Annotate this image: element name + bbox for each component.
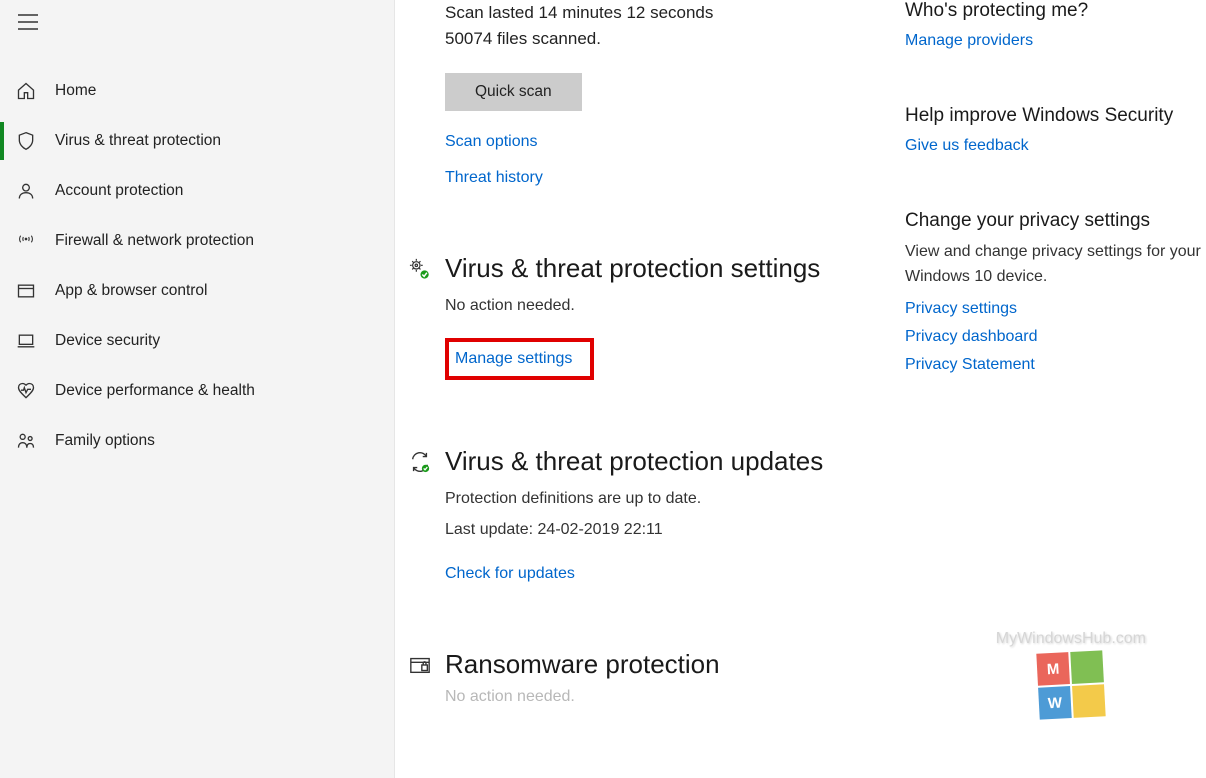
sidebar-item-account[interactable]: Account protection [0, 166, 394, 216]
ransomware-section: Ransomware protection No action needed. [445, 648, 885, 707]
scan-summary: Scan lasted 14 minutes 12 seconds 50074 … [445, 0, 885, 187]
sidebar-item-app-browser[interactable]: App & browser control [0, 266, 394, 316]
sidebar-item-label: Device performance & health [55, 382, 255, 400]
ransomware-desc: No action needed. [445, 688, 885, 706]
family-icon [15, 430, 37, 452]
sidebar-item-performance[interactable]: Device performance & health [0, 366, 394, 416]
home-icon [15, 80, 37, 102]
highlight-annotation: Manage settings [445, 338, 594, 380]
aside-column: Who's protecting me? Manage providers He… [905, 0, 1205, 778]
threat-history-link[interactable]: Threat history [445, 169, 543, 187]
sidebar-item-home[interactable]: Home [0, 66, 394, 116]
sidebar-item-label: Account protection [55, 182, 183, 200]
vt-updates-desc2: Last update: 24-02-2019 22:11 [445, 517, 885, 543]
improve-block: Help improve Windows Security Give us fe… [905, 105, 1205, 155]
sidebar-item-family[interactable]: Family options [0, 416, 394, 466]
heart-pulse-icon [15, 380, 37, 402]
feedback-link[interactable]: Give us feedback [905, 137, 1029, 155]
refresh-check-icon [409, 451, 433, 475]
main-content: Scan lasted 14 minutes 12 seconds 50074 … [395, 0, 1206, 778]
privacy-dashboard-link[interactable]: Privacy dashboard [905, 328, 1038, 346]
sidebar-item-label: Device security [55, 332, 160, 350]
privacy-statement-link[interactable]: Privacy Statement [905, 356, 1035, 374]
scan-options-link[interactable]: Scan options [445, 133, 538, 151]
hamburger-menu-button[interactable] [0, 0, 394, 44]
sidebar-item-device-security[interactable]: Device security [0, 316, 394, 366]
manage-settings-link[interactable]: Manage settings [455, 350, 572, 368]
privacy-title: Change your privacy settings [905, 210, 1205, 232]
shield-icon [15, 130, 37, 152]
person-icon [15, 180, 37, 202]
sidebar-item-label: Family options [55, 432, 155, 450]
sidebar-item-virus-threat[interactable]: Virus & threat protection [0, 116, 394, 166]
privacy-desc: View and change privacy settings for you… [905, 240, 1205, 290]
improve-title: Help improve Windows Security [905, 105, 1205, 127]
ransomware-title: Ransomware protection [445, 648, 885, 681]
privacy-block: Change your privacy settings View and ch… [905, 210, 1205, 374]
gears-check-icon [409, 258, 433, 282]
scan-files-text: 50074 files scanned. [445, 26, 885, 52]
vt-settings-title: Virus & threat protection settings [445, 252, 885, 285]
privacy-settings-link[interactable]: Privacy settings [905, 300, 1017, 318]
scan-duration-text: Scan lasted 14 minutes 12 seconds [445, 0, 885, 26]
vt-settings-section: Virus & threat protection settings No ac… [445, 252, 885, 380]
who-protecting-title: Who's protecting me? [905, 0, 1205, 22]
vt-updates-title: Virus & threat protection updates [445, 445, 885, 478]
hamburger-icon [18, 14, 38, 30]
content-column: Scan lasted 14 minutes 12 seconds 50074 … [445, 0, 885, 778]
vt-settings-desc: No action needed. [445, 293, 885, 319]
vt-updates-desc1: Protection definitions are up to date. [445, 486, 885, 512]
sidebar-item-firewall[interactable]: Firewall & network protection [0, 216, 394, 266]
sidebar-item-label: Virus & threat protection [55, 132, 221, 150]
sidebar-item-label: App & browser control [55, 282, 208, 300]
manage-providers-link[interactable]: Manage providers [905, 32, 1033, 50]
sidebar-item-label: Firewall & network protection [55, 232, 254, 250]
quick-scan-button[interactable]: Quick scan [445, 73, 582, 111]
sidebar-item-label: Home [55, 82, 96, 100]
folder-lock-icon [409, 654, 433, 678]
check-updates-link[interactable]: Check for updates [445, 565, 575, 583]
sidebar-nav: Home Virus & threat protection Account p… [0, 66, 394, 466]
browser-icon [15, 280, 37, 302]
signal-icon [15, 230, 37, 252]
who-protecting-block: Who's protecting me? Manage providers [905, 0, 1205, 50]
laptop-icon [15, 330, 37, 352]
sidebar: Home Virus & threat protection Account p… [0, 0, 395, 778]
vt-updates-section: Virus & threat protection updates Protec… [445, 445, 885, 583]
